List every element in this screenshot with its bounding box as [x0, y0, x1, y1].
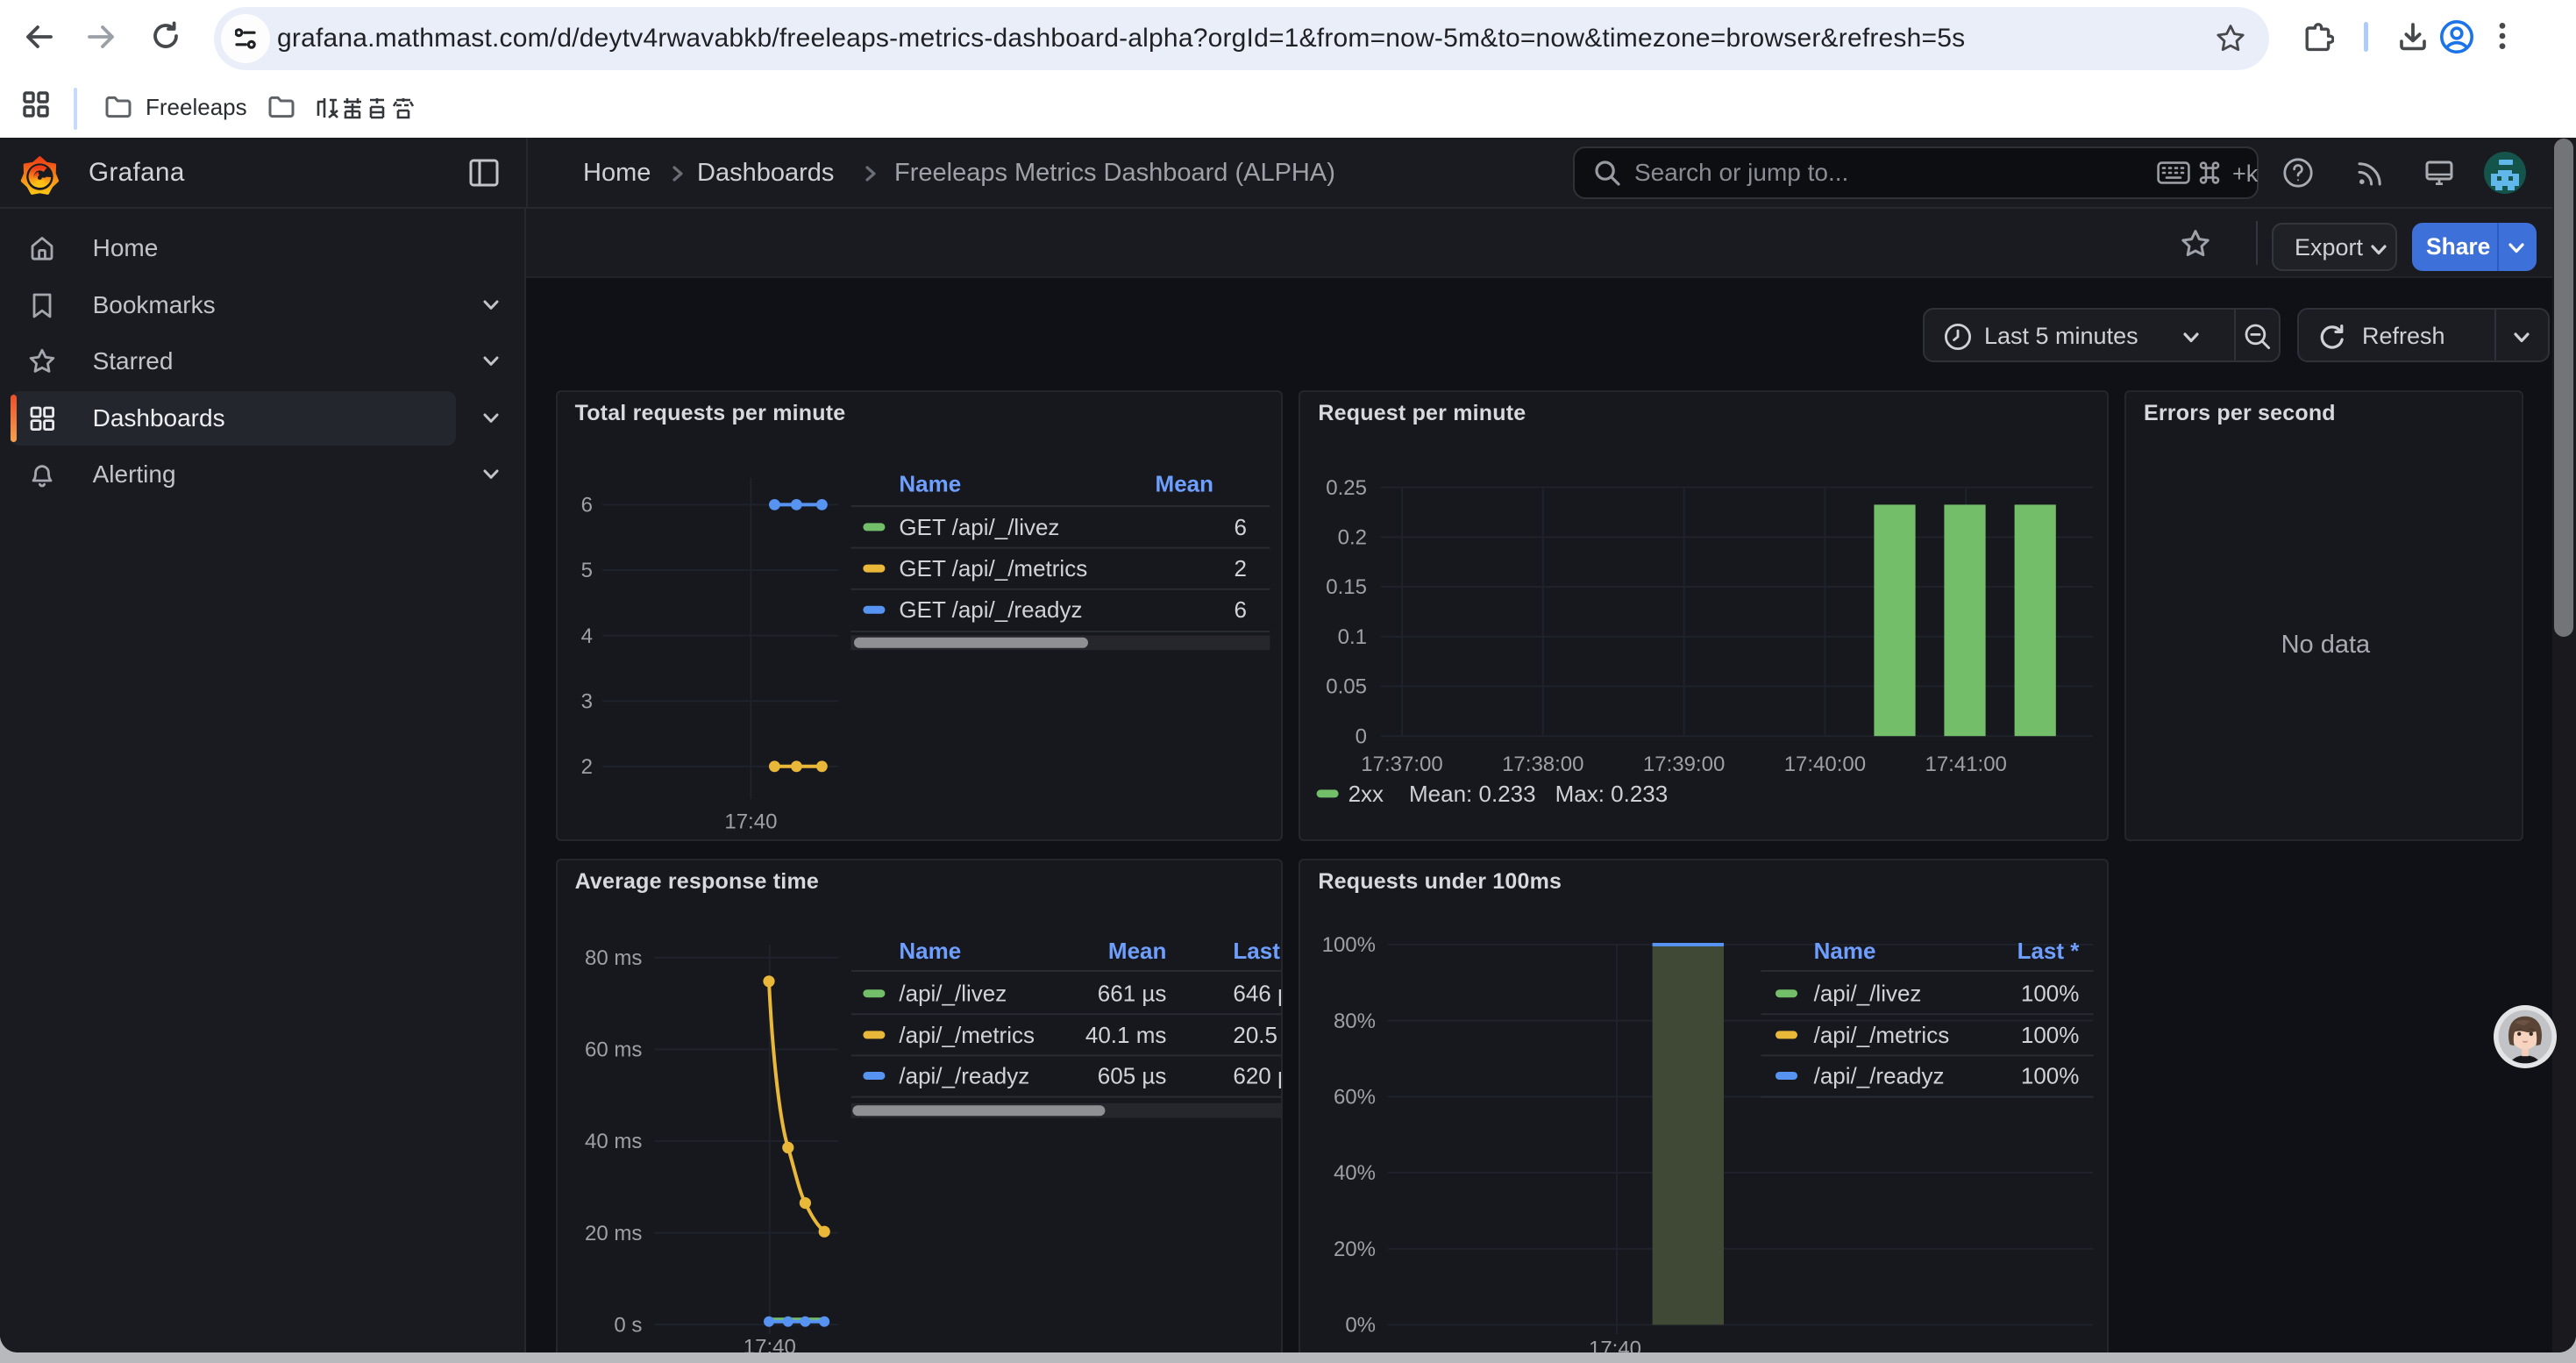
svg-text:0.25: 0.25 [1327, 475, 1368, 499]
svg-text:GET /api/_/livez: GET /api/_/livez [899, 513, 1059, 539]
svg-text:6: 6 [1234, 513, 1246, 539]
svg-text:2: 2 [1234, 555, 1246, 582]
svg-text:2xx: 2xx [1348, 781, 1384, 807]
svg-text:Max: 0.233: Max: 0.233 [1555, 781, 1669, 807]
svg-text:40%: 40% [1334, 1161, 1376, 1185]
svg-text:0.15: 0.15 [1327, 575, 1368, 599]
svg-text:Mean: Mean [1155, 470, 1213, 496]
svg-text:646 µs: 646 µs [1233, 981, 1282, 1007]
svg-text:/api/_/livez: /api/_/livez [899, 981, 1007, 1007]
svg-text:Name: Name [1814, 938, 1876, 964]
svg-text:4: 4 [580, 624, 592, 647]
svg-text:40 ms: 40 ms [585, 1130, 642, 1153]
svg-text:100%: 100% [2021, 1022, 2080, 1048]
svg-text:17:37:00: 17:37:00 [1362, 752, 1443, 775]
svg-text:80 ms: 80 ms [585, 946, 642, 970]
svg-text:0.1: 0.1 [1338, 625, 1367, 649]
svg-text:80%: 80% [1334, 1010, 1376, 1033]
svg-text:6: 6 [580, 493, 592, 517]
svg-text:/api/_/readyz: /api/_/readyz [1814, 1063, 1945, 1089]
svg-text:20%: 20% [1334, 1238, 1376, 1261]
svg-text:60%: 60% [1334, 1086, 1376, 1110]
svg-text:2: 2 [580, 755, 592, 779]
svg-text:/api/_/metrics: /api/_/metrics [899, 1022, 1035, 1048]
svg-text:17:39:00: 17:39:00 [1643, 752, 1725, 775]
svg-text:620 µs: 620 µs [1233, 1063, 1282, 1089]
svg-text:17:40:00: 17:40:00 [1784, 752, 1866, 775]
svg-text:GET /api/_/metrics: GET /api/_/metrics [899, 555, 1087, 582]
svg-text:17:40: 17:40 [1589, 1338, 1641, 1352]
svg-text:0: 0 [1356, 724, 1367, 748]
svg-text:0 s: 0 s [614, 1314, 642, 1338]
svg-text:17:41:00: 17:41:00 [1925, 752, 2007, 775]
svg-text:Last *: Last * [1233, 938, 1282, 964]
svg-text:661 µs: 661 µs [1097, 981, 1166, 1007]
svg-text:20 ms: 20 ms [585, 1222, 642, 1245]
svg-text:Name: Name [899, 938, 961, 964]
svg-text:0%: 0% [1346, 1314, 1377, 1338]
svg-text:40.1 ms: 40.1 ms [1085, 1022, 1166, 1048]
svg-text:60 ms: 60 ms [585, 1038, 642, 1062]
svg-text:17:40: 17:40 [743, 1336, 795, 1352]
svg-text:6: 6 [1234, 596, 1246, 623]
svg-text:100%: 100% [2021, 981, 2080, 1007]
svg-text:17:38:00: 17:38:00 [1502, 752, 1583, 775]
svg-text:3: 3 [580, 689, 592, 713]
svg-text:Mean: 0.233: Mean: 0.233 [1409, 781, 1536, 807]
svg-text:20.5 ms: 20.5 ms [1233, 1022, 1282, 1048]
svg-text:605 µs: 605 µs [1097, 1063, 1166, 1089]
svg-text:0.2: 0.2 [1338, 525, 1367, 549]
svg-text:Name: Name [899, 470, 961, 496]
svg-text:/api/_/livez: /api/_/livez [1814, 981, 1922, 1007]
svg-text:100%: 100% [1322, 933, 1376, 957]
svg-text:GET /api/_/readyz: GET /api/_/readyz [899, 596, 1082, 623]
svg-text:/api/_/readyz: /api/_/readyz [899, 1063, 1029, 1089]
svg-text:Last *: Last * [2017, 938, 2081, 964]
svg-text:/api/_/metrics: /api/_/metrics [1814, 1022, 1950, 1048]
svg-text:5: 5 [580, 559, 592, 582]
svg-text:0.05: 0.05 [1327, 674, 1368, 698]
svg-text:Mean: Mean [1108, 938, 1166, 964]
svg-text:100%: 100% [2021, 1063, 2080, 1089]
svg-text:17:40: 17:40 [724, 810, 777, 833]
